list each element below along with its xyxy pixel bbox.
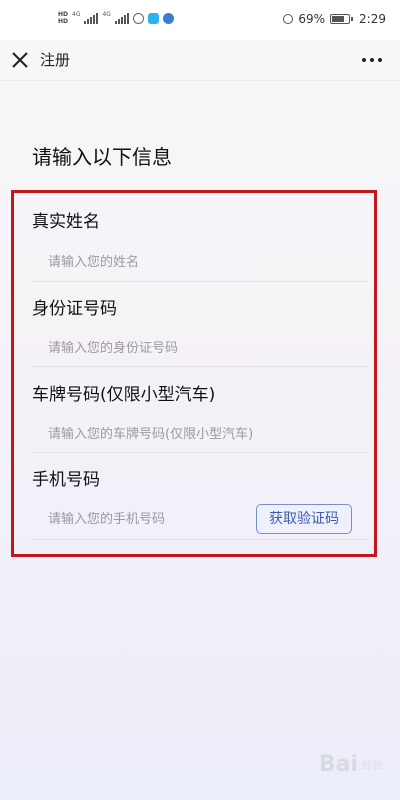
- clock: 2:29: [359, 12, 386, 26]
- phone-input[interactable]: [48, 509, 248, 529]
- form-heading: 请输入以下信息: [32, 145, 172, 169]
- phone-field-label: 手机号码: [32, 470, 100, 490]
- id-number-field-label: 身份证号码: [32, 299, 117, 319]
- close-icon[interactable]: [10, 50, 30, 70]
- alarm-icon: [283, 14, 294, 24]
- hd-label-1: HD: [58, 11, 69, 18]
- signal-icon: [84, 12, 99, 24]
- browser-notification-icon: [162, 12, 174, 24]
- hd-label-2: HD: [58, 18, 69, 25]
- signal-icon-2: [114, 12, 129, 24]
- plate-number-field-label: 车牌号码(仅限小型汽车): [32, 385, 216, 405]
- page-title: 注册: [40, 51, 71, 69]
- name-input[interactable]: [48, 252, 348, 272]
- get-verification-code-button[interactable]: 获取验证码: [256, 504, 352, 534]
- qq-notification-icon: [147, 12, 159, 24]
- field-divider: [32, 452, 368, 453]
- field-divider: [32, 366, 368, 367]
- watermark-text: Bai: [318, 752, 358, 777]
- notification-app-icon: [132, 12, 144, 24]
- field-divider: [32, 539, 368, 540]
- network-label-2: 4G: [102, 11, 111, 18]
- field-divider: [32, 281, 368, 282]
- more-horizontal-icon[interactable]: [360, 51, 384, 69]
- baidu-jingyan-watermark: Bai 经验: [319, 752, 382, 777]
- id-number-input[interactable]: [48, 338, 348, 358]
- watermark-subtext: 经验: [362, 761, 382, 772]
- network-label-1: 4G: [72, 11, 81, 18]
- status-bar-right: 69% 2:29: [283, 12, 386, 26]
- battery-percent: 69%: [298, 12, 326, 26]
- plate-number-input[interactable]: [48, 424, 348, 444]
- battery-icon: [330, 14, 354, 24]
- annotation-highlight-box: [11, 190, 377, 557]
- name-field-label: 真实姓名: [32, 212, 100, 232]
- status-bar: HD HD 4G 4G 69% 2:29: [0, 0, 400, 40]
- status-bar-left: HD HD 4G 4G: [58, 11, 174, 25]
- hd-indicator: HD HD: [58, 11, 68, 25]
- navigation-bar: 注册: [0, 40, 400, 81]
